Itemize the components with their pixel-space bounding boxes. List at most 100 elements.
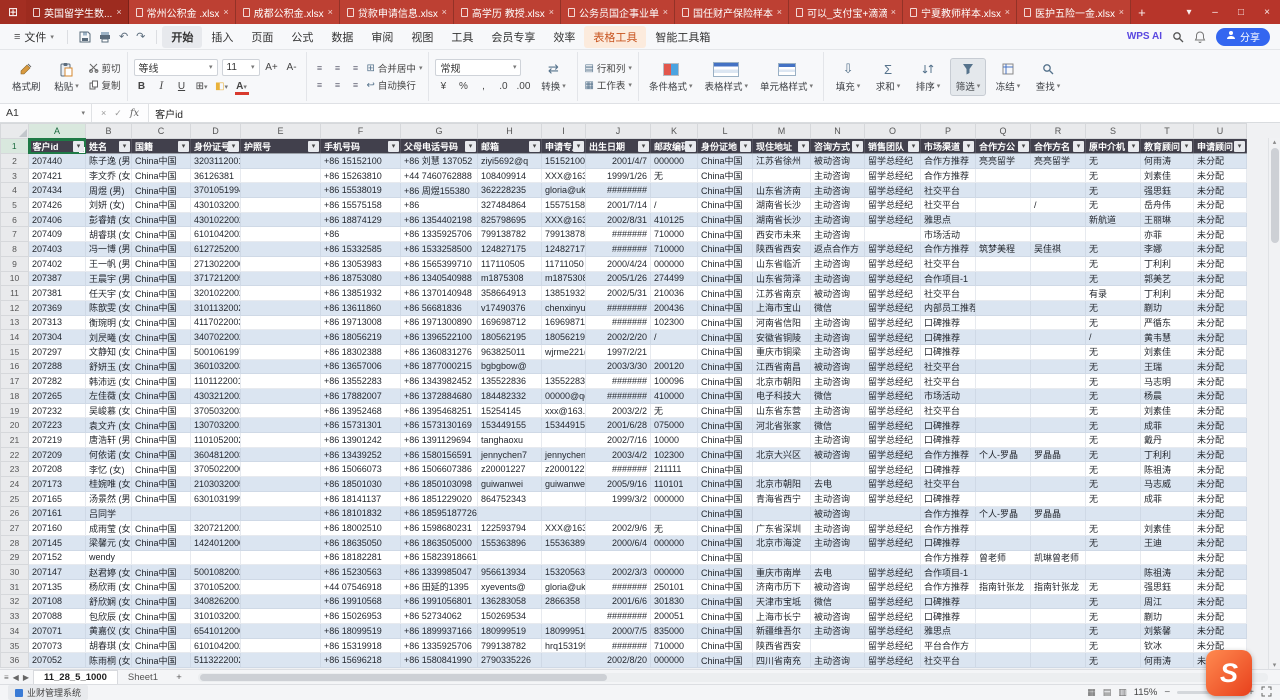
cell[interactable]: 155363896 (478, 535, 542, 550)
cell[interactable]: +86 1339985047 (401, 565, 478, 580)
cell[interactable]: China中国 (132, 300, 191, 315)
sum-button[interactable]: Σ 求和▾ (870, 59, 906, 95)
cell[interactable]: 合作方推荐 (921, 550, 976, 565)
cell[interactable]: 184482332 (478, 389, 542, 404)
cell[interactable]: bgbgbow@ (478, 359, 542, 374)
cell[interactable]: +86 1971300890 (401, 315, 478, 330)
cell[interactable]: China中国 (132, 403, 191, 418)
cell[interactable]: 无 (651, 403, 698, 418)
cell[interactable]: 无 (1086, 403, 1141, 418)
cell[interactable]: 主动咨询 (811, 521, 865, 536)
cell[interactable]: China中国 (698, 330, 753, 345)
cell[interactable]: +86 15263810 (321, 168, 401, 183)
cell[interactable]: jennychen7 (542, 447, 586, 462)
cell[interactable]: +86 18056219 (321, 330, 401, 345)
cell[interactable]: 陈歆雯 (女 (86, 300, 132, 315)
document-tab[interactable]: 英国留学生数...× (26, 0, 129, 24)
cell[interactable]: 362228235 (478, 183, 542, 198)
cell[interactable]: 31010320021225506 9 (191, 609, 241, 624)
table-header-cell[interactable]: 邮政编码▾ (651, 139, 698, 154)
cell[interactable]: 未分配 (1194, 271, 1247, 286)
cell[interactable] (976, 359, 1031, 374)
menu-tab-开始[interactable]: 开始 (162, 26, 202, 48)
cell[interactable]: 留学总经纪 (865, 535, 921, 550)
cell[interactable]: China中国 (698, 242, 753, 257)
cell[interactable]: China中国 (698, 565, 753, 580)
cell[interactable]: 21030320050916092 2 (191, 477, 241, 492)
cut-button[interactable]: 剪切 (89, 61, 121, 75)
cell[interactable]: China中国 (698, 286, 753, 301)
cell[interactable]: 冯一博 (男 (86, 242, 132, 257)
filter-button[interactable]: ▾ (573, 141, 584, 152)
cell[interactable]: 无 (1086, 256, 1141, 271)
cell[interactable] (1031, 389, 1086, 404)
cell[interactable]: 180999519 (478, 624, 542, 639)
cell[interactable] (1031, 433, 1086, 448)
cell[interactable]: +86 18002510 (321, 521, 401, 536)
cell[interactable]: 32031120010407791 5 (191, 154, 241, 169)
cell[interactable]: 任天宇 (女 (86, 286, 132, 301)
document-tab[interactable]: 国任财产保险样本...× (675, 0, 789, 24)
cell[interactable]: 11711050 5 (542, 256, 586, 271)
cell[interactable]: 2002/8/31 (586, 212, 651, 227)
cell[interactable]: 无 (1086, 433, 1141, 448)
cell[interactable]: 留学总经纪 (865, 330, 921, 345)
cell[interactable] (191, 506, 241, 521)
cell[interactable]: 207369 (29, 300, 86, 315)
cell[interactable] (1031, 271, 1086, 286)
format-painter-button[interactable]: 格式刷 (8, 59, 45, 95)
cell[interactable]: China中国 (698, 168, 753, 183)
filter-button[interactable]: ▾ (908, 141, 919, 152)
cell[interactable] (865, 506, 921, 521)
cell[interactable]: 1999/1/26 (586, 168, 651, 183)
cell[interactable]: 207071 (29, 624, 86, 639)
cell[interactable]: 梁馨元 (女 (86, 535, 132, 550)
cell[interactable]: 陕西省西安 (753, 242, 811, 257)
cell[interactable]: 200120 (651, 359, 698, 374)
cell[interactable]: ######## (586, 389, 651, 404)
cell[interactable]: 北京市朝阳 (753, 374, 811, 389)
cell[interactable] (542, 609, 586, 624)
file-menu-button[interactable]: ≡ 文件 ▾ (6, 27, 62, 47)
cell[interactable]: China中国 (698, 344, 753, 359)
cell[interactable]: +86 19910568 (321, 594, 401, 609)
cell[interactable]: +86 13901242 (321, 433, 401, 448)
cell[interactable]: 社交平台 (921, 359, 976, 374)
column-header[interactable]: F (321, 124, 401, 139)
cell[interactable]: China中国 (132, 609, 191, 624)
cell[interactable]: 15575158 (542, 198, 586, 213)
filter-button[interactable]: ▾ (1018, 141, 1029, 152)
filter-button[interactable]: ▾ (119, 141, 130, 152)
cell[interactable]: 2000/7/5 (586, 624, 651, 639)
cell[interactable]: 无 (1086, 535, 1141, 550)
cell[interactable]: 留学总经纪 (865, 168, 921, 183)
cell[interactable] (241, 212, 321, 227)
cell[interactable]: 留学总经纪 (865, 300, 921, 315)
cell[interactable]: 指南针张龙 (1031, 579, 1086, 594)
cell[interactable] (976, 212, 1031, 227)
sheet-list-icon[interactable]: ≡ (4, 673, 9, 682)
align-right-icon[interactable]: ≡ (349, 80, 363, 90)
row-header[interactable]: 15 (1, 344, 29, 359)
cell[interactable]: 11011220010918141 9 (191, 374, 241, 389)
cell[interactable]: +86 1372884680 (401, 389, 478, 404)
cell[interactable] (976, 535, 1031, 550)
cell[interactable]: +44 07546918 (321, 579, 401, 594)
cell[interactable] (976, 286, 1031, 301)
cell[interactable]: 61272520011010001 9 (191, 242, 241, 257)
cell[interactable]: z20001227 (478, 462, 542, 477)
cell[interactable] (976, 168, 1031, 183)
cell[interactable]: 重庆市铜梁 (753, 344, 811, 359)
cell[interactable]: 207313 (29, 315, 86, 330)
cell[interactable]: 未分配 (1194, 242, 1247, 257)
cell[interactable] (241, 359, 321, 374)
cell[interactable] (241, 550, 321, 565)
cell[interactable] (1031, 418, 1086, 433)
cell[interactable]: 口碑推荐 (921, 418, 976, 433)
tab-close-icon[interactable]: × (891, 7, 896, 17)
cell[interactable]: 文静知 (女 (86, 344, 132, 359)
cell[interactable]: 河南省信阳 (753, 315, 811, 330)
cell[interactable]: 左佳薇 (女 (86, 389, 132, 404)
cell[interactable]: ####### (586, 579, 651, 594)
cell[interactable] (241, 594, 321, 609)
